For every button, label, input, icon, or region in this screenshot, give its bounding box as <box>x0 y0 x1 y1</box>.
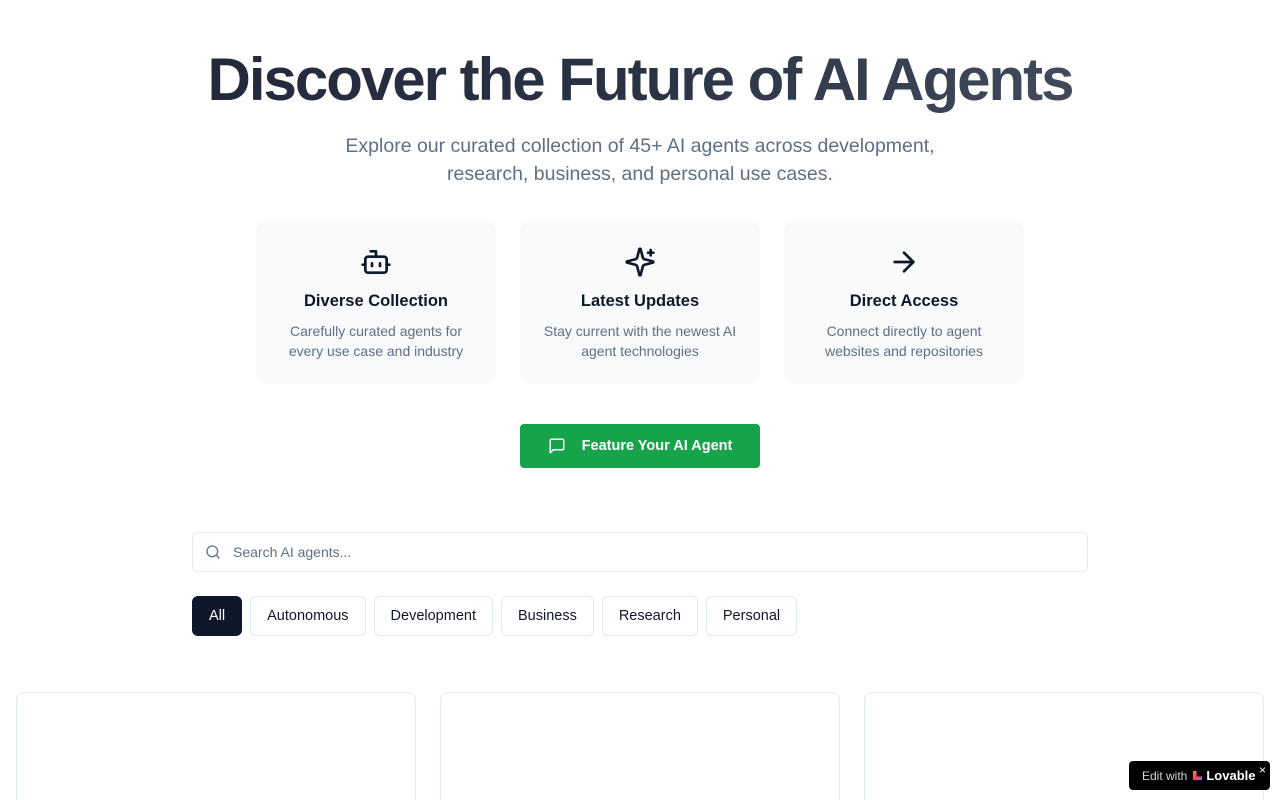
feature-title: Diverse Collection <box>304 292 448 310</box>
edit-with-lovable-badge[interactable]: Edit with Lovable × <box>1129 761 1270 790</box>
feature-your-agent-label: Feature Your AI Agent <box>581 438 733 454</box>
close-icon[interactable]: × <box>1259 764 1266 776</box>
filter-all[interactable]: All <box>192 596 243 636</box>
search-icon <box>205 544 221 560</box>
hero-subtitle: Explore our curated collection of 45+ AI… <box>345 135 935 185</box>
lovable-logo-icon <box>1192 770 1203 781</box>
feature-title: Latest Updates <box>580 292 700 310</box>
feature-description: Connect directly to agent websites and r… <box>825 323 983 359</box>
hero-title: Discover the Future of AI Agents <box>0 44 1280 116</box>
search-box <box>192 532 1088 572</box>
search-input[interactable] <box>233 534 1087 570</box>
message-square-icon <box>548 437 566 455</box>
badge-prefix: Edit with <box>1142 768 1188 783</box>
filter-autonomous[interactable]: Autonomous <box>250 596 366 636</box>
category-filters: All Autonomous Development Business Rese… <box>192 596 798 636</box>
badge-brand: Lovable <box>1206 768 1256 783</box>
feature-card-direct-access: Direct Access Connect directly to agent … <box>784 220 1024 384</box>
feature-your-agent-button[interactable]: Feature Your AI Agent <box>520 424 760 468</box>
filter-development[interactable]: Development <box>373 596 493 636</box>
arrow-right-icon <box>888 246 920 278</box>
bot-icon <box>360 246 392 278</box>
agent-card[interactable] <box>440 692 840 800</box>
feature-description: Carefully curated agents for every use c… <box>288 323 464 359</box>
filter-personal[interactable]: Personal <box>705 596 798 636</box>
feature-card-latest-updates: Latest Updates Stay current with the new… <box>520 220 760 384</box>
feature-description: Stay current with the newest AI agent te… <box>543 323 737 359</box>
sparkles-icon <box>624 246 656 278</box>
feature-card-diverse-collection: Diverse Collection Carefully curated age… <box>256 220 496 384</box>
filter-business[interactable]: Business <box>500 596 594 636</box>
feature-title: Direct Access <box>849 292 959 310</box>
feature-cards: Diverse Collection Carefully curated age… <box>256 220 1024 384</box>
agent-card[interactable] <box>16 692 416 800</box>
filter-research[interactable]: Research <box>601 596 698 636</box>
